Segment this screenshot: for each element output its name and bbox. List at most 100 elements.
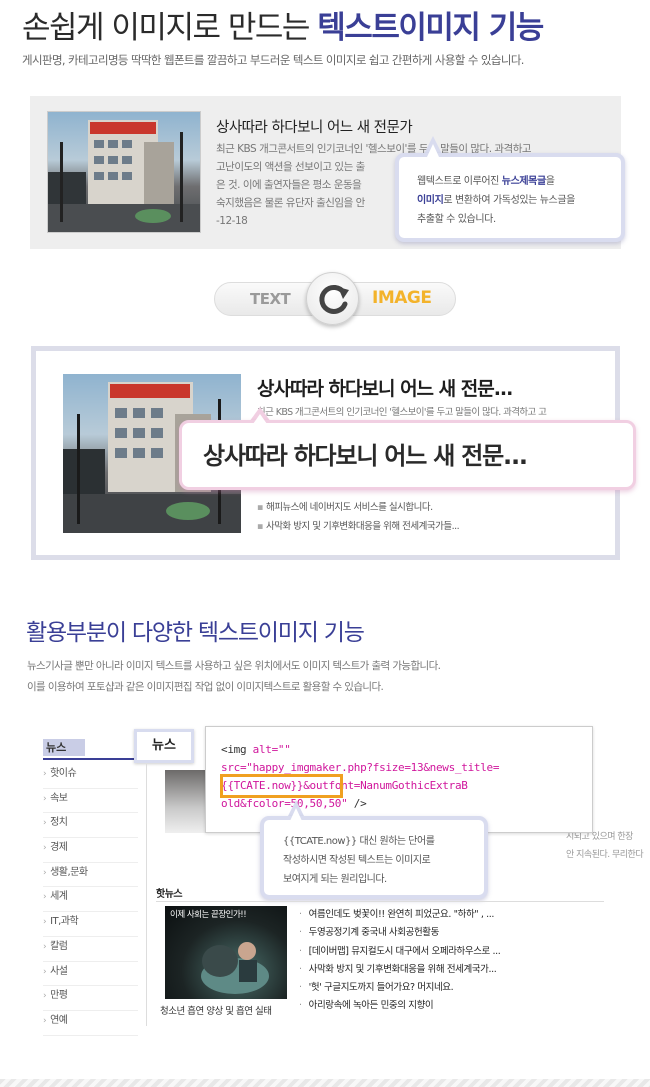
sidebar-item-label: 세계 [50,891,68,903]
sidebar-item-label: 생활,문화 [50,866,88,878]
toggle-image-label[interactable]: IMAGE [372,288,432,308]
sidebar-item[interactable]: › 사설 [43,962,138,987]
image-news-list: ▪ 해피뉴스에 네이버지도 서비스를 실시합니다. ▪ 사막화 방지 및 기후변화대… [257,498,460,536]
tooltip-text: 을 [545,176,555,187]
bullet-icon: ▪ [257,502,263,513]
sidebar-item[interactable]: › 핫이슈 [43,764,138,789]
list-item-text: 아리랑속에 녹아든 민중의 지향이 [308,1000,434,1012]
hot-news-heading: 핫뉴스 [156,889,183,900]
list-item-text: [데이버맵] 뮤지컬도시 대구에서 오페라하우스로 ... [308,945,501,957]
refresh-icon[interactable] [306,272,359,325]
bullet-icon: ▪ [257,521,263,532]
tooltip-text: 웹텍스트로 이루어진 [417,176,502,187]
code-variable-highlight [220,774,343,798]
list-item[interactable]: · [데이버맵] 뮤지컬도시 대구에서 오페라하우스로 ... [299,943,501,961]
tooltip-text: 보여지게 되는 원리입니다. [283,874,387,885]
chevron-right-icon: › [43,941,47,952]
sidebar-item-label: 경제 [50,842,68,854]
bullet-icon: · [299,945,302,957]
bullet-icon: · [299,909,302,920]
sidebar-item-label: 연예 [50,1014,68,1026]
tooltip-arrow-inner [427,144,439,157]
sidebar-item-label: 사설 [50,965,68,977]
sidebar-item[interactable]: › 경제 [43,838,138,863]
tooltip-arrow-inner [290,808,302,821]
news-tab[interactable]: 뉴스 [43,739,85,756]
tooltip-highlight: 이미지 [417,195,444,206]
tooltip-highlight: 뉴스제목글 [501,176,546,187]
section-description: 뉴스기사글 뿐만 아니라 이미지 텍스트를 사용하고 싶은 위치에서도 이미지 … [27,656,441,698]
sidebar-item-label: IT,과학 [50,916,79,928]
list-item[interactable]: ▪ 해피뉴스에 네이버지도 서비스를 실시합니다. [257,498,459,517]
tooltip-text: {{TCATE.now}} 대신 원하는 단어를 [283,836,435,847]
sidebar-item-label: 칼럼 [50,940,68,952]
sidebar-item[interactable]: › 정치 [43,813,138,839]
hot-news-photo-caption: 이제 사회는 끝장인가!! [170,910,247,920]
list-item[interactable]: · 여름인데도 벚꽃이!! 완연히 피었군요. "하하" , ... [299,906,500,924]
chevron-right-icon: › [43,966,47,977]
page-subtitle: 게시판명, 카테고리명등 딱딱한 웹폰트를 깔끔하고 부드러운 텍스트 이미지로… [22,53,524,67]
code-tag: /> [347,797,367,810]
chevron-right-icon: › [43,991,47,1002]
chevron-right-icon: › [43,917,47,928]
chevron-right-icon: › [43,769,47,779]
sidebar-item[interactable]: › 연예 [43,1011,138,1036]
sidebar-item-label: 만평 [50,990,68,1002]
image-news-summary: 최근 KBS 개그콘서트의 인기코너인 '헬스보이'를 두고 말들이 많다. 과… [257,407,547,418]
chevron-right-icon: › [43,793,47,804]
news-photo-building [47,111,201,233]
chevron-right-icon: › [43,1015,47,1026]
bubble-arrow-inner [253,414,267,424]
news-headline-text: 상사따라 하다보니 어느 새 전문가 [216,120,413,136]
list-item[interactable]: ▪ 사막화 방지 및 기후변화대응을 위해 전세계국가들... [257,517,460,536]
chevron-right-icon: › [43,818,47,829]
list-item-text: 사막화 방지 및 기후변화대응을 위해 전세계국가... [308,963,497,975]
sidebar-item[interactable]: › 속보 [43,789,138,814]
code-attr: alt="" [252,743,291,756]
sidebar-item-label: 속보 [50,792,68,804]
sidebar-item[interactable]: › 세계 [43,887,138,913]
section-description-line: 이를 이용하여 포토샵과 같은 이미지편집 작업 없이 이미지텍스트로 활용할 … [27,681,384,693]
sidebar-item[interactable]: › 생활,문화 [43,863,138,888]
page-title: 손쉽게 이미지로 만드는 텍스트이미지 기능 [22,2,544,47]
hot-news-photo-title[interactable]: 청소년 흡연 양상 및 흡연 실태 [160,1003,272,1017]
bullet-icon: · [299,982,302,994]
page-title-highlight: 텍스트이미지 기능 [317,10,544,46]
chevron-right-icon: › [43,867,47,878]
news-category-sidebar: › 핫이슈 › 속보 › 정치 › 경제 › 생활,문화 › 세계 › IT,과학 › 칼럼 ›… [43,764,138,1036]
section-title: 활용부분이 다양한 텍스트이미지 기능 [26,620,365,646]
sidebar-item[interactable]: › IT,과학 [43,912,138,937]
hot-news-divider [156,901,604,902]
list-item-text: '헛' 구글지도까지 들어가요? 머지네요. [308,982,454,994]
tooltip-text: 로 변환하여 가독성있는 뉴스글을 [443,195,575,206]
list-item-text: 사막화 방지 및 기후변화대응을 위해 전세계국가들... [265,521,460,532]
page-title-prefix: 손쉽게 이미지로 만드는 [22,10,310,46]
chevron-right-icon: › [43,843,47,854]
toggle-text-label[interactable]: TEXT [250,290,291,308]
tooltip-text: 추출할 수 있습니다. [417,214,496,225]
web-text-tooltip: 웹텍스트로 이루어진 뉴스제목글을 이미지로 변환하여 가독성있는 뉴스글을 추… [395,153,625,242]
list-item-text: 해피뉴스에 네이버지도 서비스를 실시합니다. [265,502,433,513]
sidebar-item-label: 정치 [50,817,68,829]
tooltip-text: 작성하시면 작성된 텍스트는 이미지로 [283,855,431,866]
variable-tooltip: {{TCATE.now}} 대신 원하는 단어를 작성하시면 작성된 텍스트는 … [260,816,488,899]
bullet-icon: · [299,963,302,975]
section-description-line: 뉴스기사글 뿐만 아니라 이미지 텍스트를 사용하고 싶은 위치에서도 이미지 … [27,660,441,672]
code-tag: <img [221,743,253,756]
news-tab-image-popup: 뉴스 [134,729,194,763]
snippet-line: 안 지속된다. 무리한다 [566,850,644,860]
code-attr: old&fcolor=50,50,50" [221,797,348,810]
image-headline-text: 상사따라 하다보니 어느 새 전문... [257,378,513,400]
list-item[interactable]: · '헛' 구글지도까지 들어가요? 머지네요. [299,979,500,997]
sidebar-item[interactable]: › 칼럼 [43,937,138,962]
list-item[interactable]: · 아리랑속에 녹아든 민중의 지향이 [299,997,500,1015]
bottom-divider [0,1079,650,1087]
list-item[interactable]: · 사막화 방지 및 기후변화대응을 위해 전세계국가... [299,961,500,979]
list-item[interactable]: · 두영공정기계 중국내 사회공헌활동 [299,924,500,942]
chevron-right-icon: › [43,892,47,903]
sidebar-item[interactable]: › 만평 [43,986,138,1011]
list-item-text: 두영공정기계 중국내 사회공헌활동 [308,927,440,939]
sidebar-item-label: 핫이슈 [50,768,77,779]
hot-news-list: · 여름인데도 벚꽃이!! 완연히 피었군요. "하하" , ... · 두영공정기… [299,906,501,1016]
image-text-bubble-label: 상사따라 하다보니 어느 새 전문... [203,442,528,470]
